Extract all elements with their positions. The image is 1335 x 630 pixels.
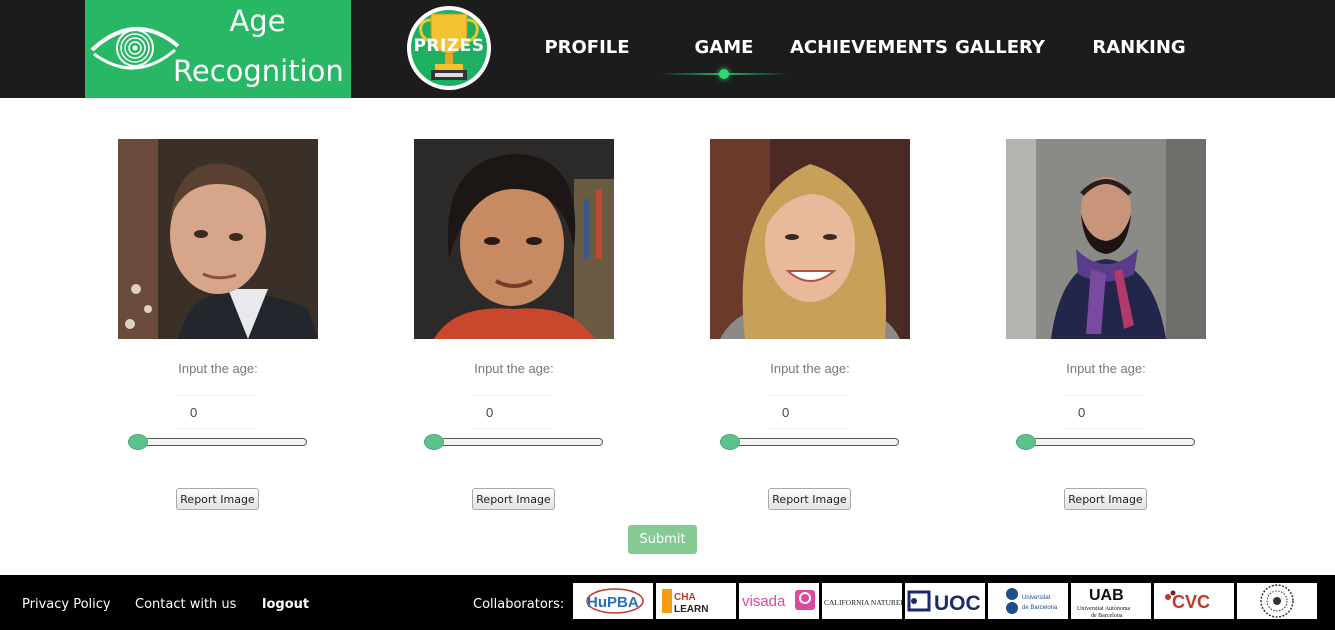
collaborator-logo-universitat-barcelona[interactable]: Universitat de Barcelona [988,583,1068,619]
face-photo-1 [118,139,318,339]
svg-text:CHA: CHA [674,592,696,603]
report-image-button[interactable]: Report Image [472,488,555,510]
nav-ranking[interactable]: RANKING [1090,37,1188,59]
logo-title-line2: Recognition [173,54,344,88]
age-input-label: Input the age: [178,361,258,376]
svg-text:LEARN: LEARN [674,604,708,615]
collaborator-logo-visada[interactable]: visada [739,583,819,619]
age-input[interactable] [1066,395,1144,429]
nav-profile[interactable]: PROFILE [540,37,634,59]
collaborator-logo-california-naturel[interactable]: CALIFORNIA NATUREL [822,583,902,619]
app-logo[interactable]: Age Recognition [85,0,351,98]
age-slider-track[interactable] [424,438,603,446]
age-slider-track[interactable] [128,438,307,446]
age-slider-thumb[interactable] [720,434,740,450]
face-photo-4 [1006,139,1206,339]
prizes-label: PRIZES [413,36,485,56]
eye-fingerprint-icon [90,26,180,70]
report-image-button[interactable]: Report Image [176,488,259,510]
nav-game[interactable]: GAME [680,37,768,59]
nav-achievements[interactable]: ACHIEVEMENTS [790,37,948,59]
submit-button[interactable]: Submit [628,525,697,554]
svg-text:CVC: CVC [1172,592,1210,612]
age-slider-thumb[interactable] [128,434,148,450]
age-slider-track[interactable] [1016,438,1195,446]
report-image-button[interactable]: Report Image [768,488,851,510]
nav-gallery[interactable]: GALLERY [952,37,1048,59]
privacy-policy-link[interactable]: Privacy Policy [22,597,111,612]
age-input-label: Input the age: [770,361,850,376]
prizes-badge: PRIZES [411,10,487,86]
collaborator-logo-seal[interactable] [1237,583,1317,619]
age-input[interactable] [770,395,848,429]
contact-link[interactable]: Contact with us [135,597,236,612]
face-photo-3 [710,139,910,339]
logo-title-line1: Age [229,4,286,38]
svg-text:de Barcelona: de Barcelona [1022,605,1058,611]
footer: Privacy Policy Contact with us logout Co… [0,575,1335,630]
report-image-button[interactable]: Report Image [1064,488,1147,510]
svg-text:UAB: UAB [1089,587,1124,604]
svg-text:CALIFORNIA NATUREL: CALIFORNIA NATUREL [824,598,902,607]
age-input-label: Input the age: [474,361,554,376]
age-input-label: Input the age: [1066,361,1146,376]
age-slider-thumb[interactable] [1016,434,1036,450]
svg-text:Universitat Autònoma: Universitat Autònoma [1077,606,1130,612]
age-slider-thumb[interactable] [424,434,444,450]
svg-text:visada: visada [742,593,786,610]
collaborators-label: Collaborators: [473,597,565,612]
collaborator-logo-chalearn[interactable]: CHA LEARN [656,583,736,619]
collaborator-logo-cvc[interactable]: CVC [1154,583,1234,619]
collaborator-logo-hupba[interactable]: HuPBA [573,583,653,619]
svg-text:UOC: UOC [934,592,981,615]
top-navbar: Age Recognition PRIZES PROFILE GAME ACHI… [0,0,1335,98]
collaborator-logo-uab[interactable]: UAB Universitat Autònoma de Barcelona [1071,583,1151,619]
collaborator-logo-uoc[interactable]: UOC [905,583,985,619]
age-input[interactable] [178,395,256,429]
prizes-button[interactable]: PRIZES [407,6,491,90]
age-slider-track[interactable] [720,438,899,446]
age-input[interactable] [474,395,552,429]
face-photo-2 [414,139,614,339]
svg-text:de Barcelona: de Barcelona [1091,613,1123,619]
active-nav-dot [719,69,729,79]
logout-link[interactable]: logout [262,597,309,612]
svg-text:HuPBA: HuPBA [587,594,639,611]
svg-text:Universitat: Universitat [1022,595,1051,601]
